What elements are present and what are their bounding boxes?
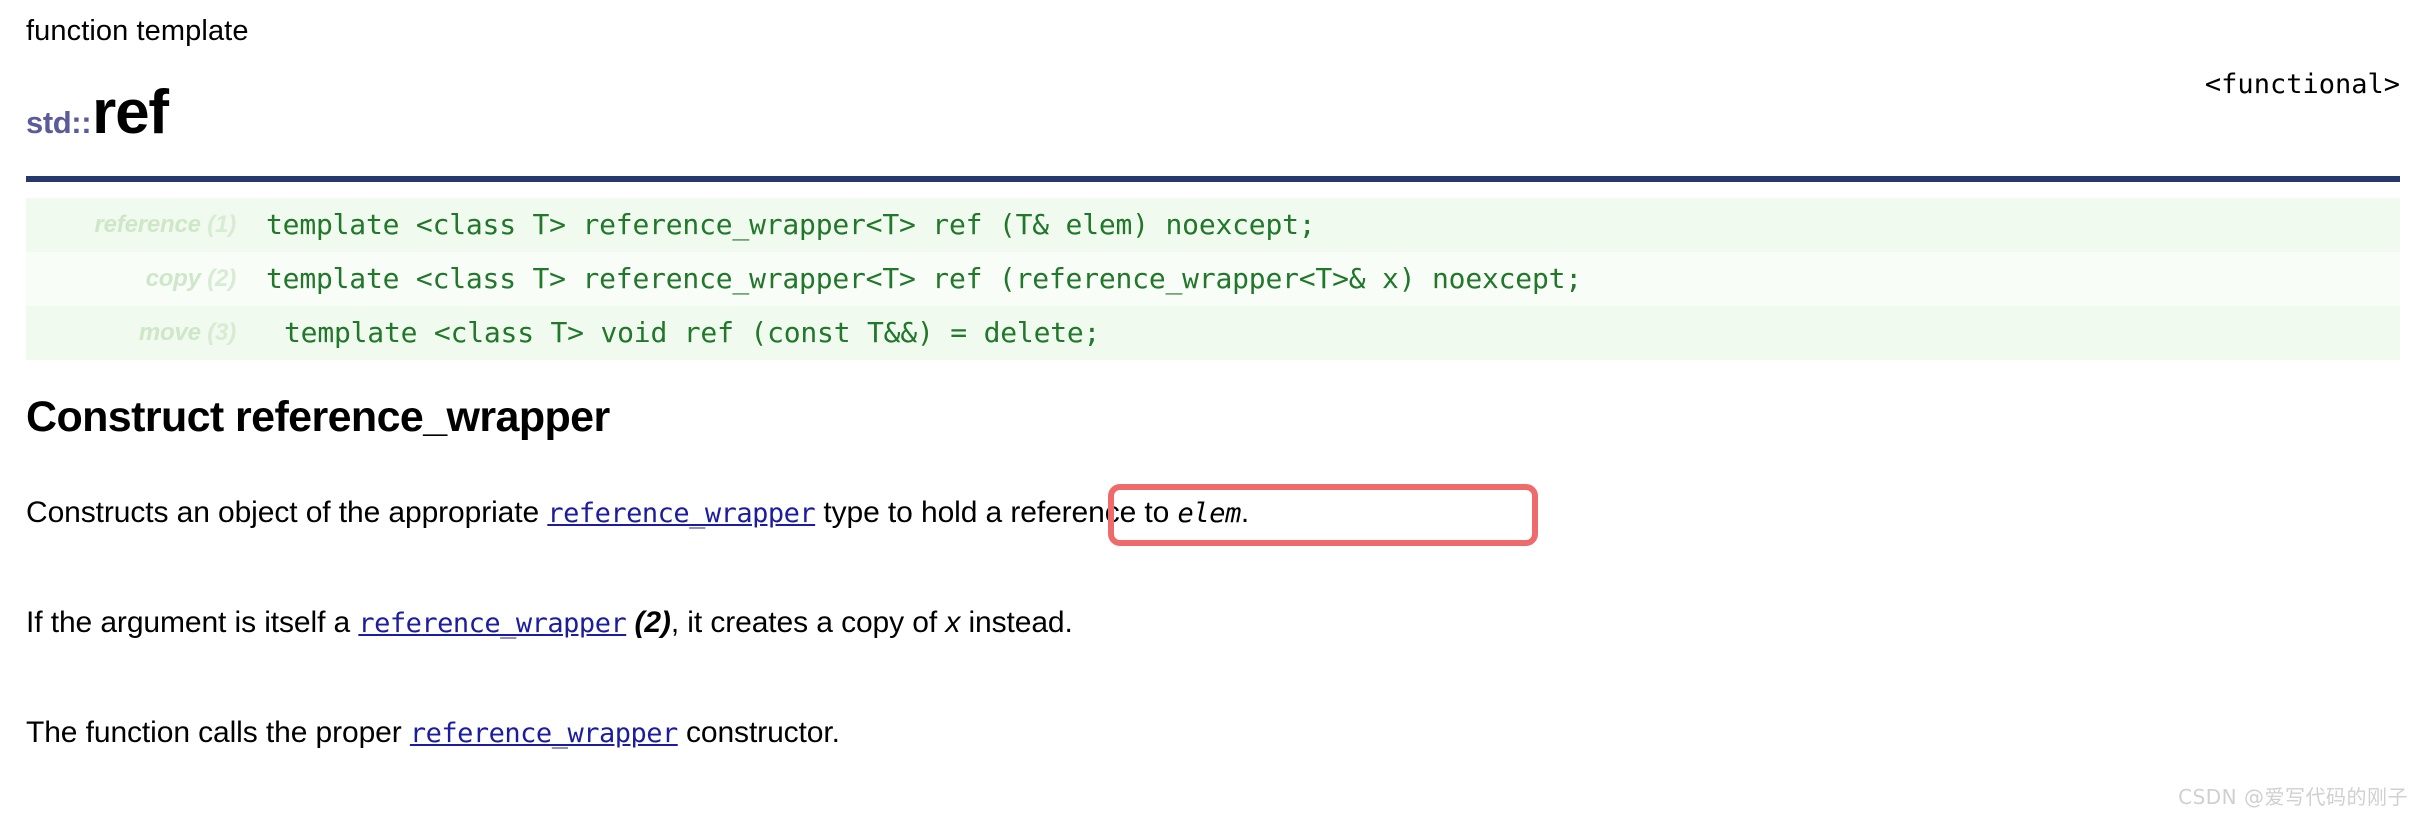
prototype-tag: move (3) xyxy=(26,319,266,347)
paragraph-text: Constructs an object of the appropriate xyxy=(26,496,548,529)
prototype-row: reference (1) template <class T> referen… xyxy=(26,198,2400,252)
description-paragraph-2: If the argument is itself a reference_wr… xyxy=(26,604,1073,643)
prototype-block: reference (1) template <class T> referen… xyxy=(26,198,2400,360)
paragraph-text: , it creates a copy of xyxy=(670,606,946,639)
title-identifier: ref xyxy=(92,78,169,147)
param-x-emphasis: x xyxy=(945,606,961,639)
prototype-tag-name: move xyxy=(138,319,201,346)
param-elem-emphasis: elem xyxy=(1177,498,1242,529)
prototype-tag-name: copy xyxy=(145,265,201,292)
paragraph-text: constructor. xyxy=(677,716,840,749)
page-kind-label: function template xyxy=(26,15,249,47)
prototype-tag-number: (3) xyxy=(207,319,236,346)
paragraph-text: . xyxy=(1240,496,1250,529)
title-divider xyxy=(26,176,2400,182)
description-paragraph-3: The function calls the proper reference_… xyxy=(26,714,840,753)
prototype-code: template <class T> void ref (const T&&) … xyxy=(284,316,1101,349)
prototype-row: copy (2) template <class T> reference_wr… xyxy=(26,252,2400,306)
description-paragraph-1: Constructs an object of the appropriate … xyxy=(26,494,1249,533)
paragraph-text: The function calls the proper xyxy=(26,716,410,749)
reference-wrapper-link[interactable]: reference_wrapper xyxy=(547,498,815,529)
overload-number: (2) xyxy=(634,606,671,639)
prototype-tag: reference (1) xyxy=(26,211,266,239)
reference-wrapper-link[interactable]: reference_wrapper xyxy=(410,718,678,749)
prototype-tag-number: (2) xyxy=(207,265,236,292)
prototype-tag-name: reference xyxy=(94,211,201,238)
prototype-row: move (3) template <class T> void ref (co… xyxy=(26,306,2400,360)
page-title: std:: ref xyxy=(26,78,169,147)
reference-page: function template std:: ref <functional> … xyxy=(0,0,2426,820)
section-heading: Construct reference_wrapper xyxy=(26,393,610,441)
paragraph-text: instead. xyxy=(960,606,1073,639)
title-namespace: std:: xyxy=(26,105,92,140)
prototype-tag: copy (2) xyxy=(26,265,266,293)
prototype-tag-number: (1) xyxy=(207,211,236,238)
prototype-code: template <class T> reference_wrapper<T> … xyxy=(266,262,1582,295)
prototype-code: template <class T> reference_wrapper<T> … xyxy=(266,208,1316,241)
paragraph-text: type to hold a reference to xyxy=(815,496,1178,529)
watermark: CSDN @爱写代码的刚子 xyxy=(2178,785,2408,809)
include-header-label: <functional> xyxy=(2204,69,2400,100)
paragraph-text: If the argument is itself a xyxy=(26,606,359,639)
reference-wrapper-link[interactable]: reference_wrapper xyxy=(358,608,626,639)
